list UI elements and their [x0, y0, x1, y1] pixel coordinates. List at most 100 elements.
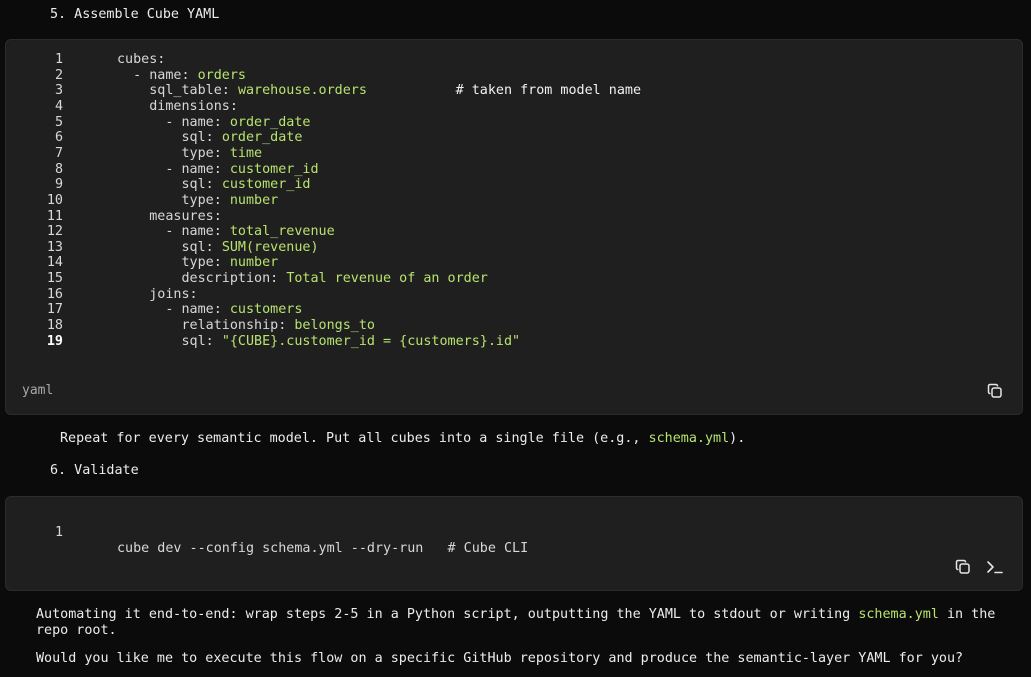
yaml-value: customer_id [229, 161, 319, 177]
repeat-text: Repeat for every semantic model. Put all… [60, 431, 649, 446]
yaml-key: type: [117, 192, 230, 208]
line-number: 10 [46, 192, 63, 208]
yaml-value: warehouse.orders [237, 83, 367, 99]
yaml-key: description: [117, 271, 287, 287]
code-text: description: Total revenue of an order [117, 271, 488, 287]
code-text: sql: order_date [117, 130, 302, 146]
yaml-value: total_revenue [229, 224, 335, 240]
yaml-value: orders [197, 67, 246, 83]
code-text: - name: orders [117, 68, 246, 84]
copy-icon[interactable] [984, 380, 1006, 402]
cli-code-block: 1 cube dev --config schema.yml --dry-run… [5, 496, 1023, 591]
inline-code-schema: schema.yml [648, 431, 730, 446]
yaml-value: order_date [229, 114, 311, 130]
yaml-value: Total revenue of an order [286, 271, 488, 287]
yaml-value: "{CUBE}.customer_id = {customers}.id" [221, 333, 521, 349]
line-number: 1 [54, 52, 63, 67]
automating-paragraph: Automating it end-to-end: wrap steps 2-5… [36, 607, 1021, 639]
code-text: sql: "{CUBE}.customer_id = {customers}.i… [117, 334, 520, 350]
code-text: cubes: [117, 52, 165, 68]
line-number: 11 [46, 208, 63, 224]
line-number: 16 [46, 286, 63, 302]
copy-icon[interactable] [952, 556, 974, 578]
yaml-value: belongs_to [294, 318, 375, 334]
yaml-key: sql: [117, 333, 222, 349]
code-line: 8 - name: customer_id [6, 162, 1022, 178]
yaml-key: sql: [117, 239, 222, 255]
code-text: sql_table: warehouse.orders # taken from… [117, 83, 641, 99]
line-number: 12 [46, 224, 63, 240]
terminal-icon[interactable] [984, 556, 1006, 578]
yaml-value: number [229, 192, 279, 208]
code-language-label: yaml [22, 383, 54, 398]
repeat-paragraph: Repeat for every semantic model. Put all… [60, 431, 745, 447]
cli-command: cube dev --config schema.yml --dry-run #… [117, 541, 529, 556]
code-line: 12 - name: total_revenue [6, 224, 1022, 240]
yaml-key: - name: [117, 161, 230, 177]
step-6-heading: 6. Validate [50, 463, 139, 478]
line-number: 9 [54, 177, 63, 193]
yaml-key: - name: [117, 224, 230, 240]
yaml-value: time [229, 145, 263, 161]
line-number: 8 [54, 161, 63, 177]
line-number: 4 [54, 98, 63, 114]
code-line: 3 sql_table: warehouse.orders # taken fr… [6, 83, 1022, 99]
code-text: sql: SUM(revenue) [117, 239, 319, 256]
code-line: 2 - name: orders [6, 68, 1022, 84]
yaml-code-block: 1 cubes: 2 - name: orders 3 sql_table: ware… [5, 39, 1023, 415]
code-text: type: time [117, 146, 262, 162]
code-line: 15 description: Total revenue of an orde… [6, 271, 1022, 287]
line-number: 3 [54, 83, 63, 99]
yaml-key: cubes: [117, 52, 166, 67]
code-line: 16 joins: [6, 287, 1022, 303]
line-number: 6 [54, 130, 63, 146]
code-text: type: number [117, 193, 278, 209]
code-text: - name: total_revenue [117, 224, 335, 240]
code-text: joins: [117, 286, 198, 303]
yaml-key: - name: [117, 114, 230, 130]
line-number: 15 [46, 271, 63, 287]
yaml-value: number [229, 255, 279, 271]
line-number: 5 [54, 114, 63, 130]
code-text: type: number [117, 255, 278, 271]
code-line: 18 relationship: belongs_to [6, 318, 1022, 334]
yaml-value: order_date [221, 130, 303, 146]
code-line: 14 type: number [6, 255, 1022, 271]
code-text: - name: customers [117, 302, 302, 318]
line-number: 7 [54, 145, 63, 161]
code-text: relationship: belongs_to [117, 318, 375, 334]
code-line: 11 measures: [6, 209, 1022, 225]
code-text: measures: [117, 209, 222, 225]
code-line: 5 - name: order_date [6, 115, 1022, 131]
yaml-key: - name: [117, 67, 198, 83]
yaml-key: joins: [117, 286, 198, 302]
code-line: 4 dimensions: [6, 99, 1022, 115]
yaml-key: sql: [117, 177, 222, 193]
yaml-key: type: [117, 255, 230, 271]
automating-text: Automating it end-to-end: wrap steps 2-5… [36, 607, 859, 622]
code-text: dimensions: [117, 99, 238, 115]
line-number: 1 [54, 525, 63, 540]
step-5-heading: 5. Assemble Cube YAML [50, 7, 220, 22]
repeat-text-end: ). [729, 431, 746, 446]
code-line: 13 sql: SUM(revenue) [6, 240, 1022, 256]
yaml-key: measures: [117, 208, 222, 224]
line-number: 2 [54, 67, 63, 83]
line-number: 19 [46, 333, 63, 349]
question-paragraph: Would you like me to execute this flow o… [36, 651, 964, 666]
line-number: 13 [46, 239, 63, 255]
code-line: 1 cubes: [6, 52, 1022, 68]
line-number: 17 [46, 302, 63, 318]
cli-code-line: 1 cube dev --config schema.yml --dry-run… [6, 509, 1022, 556]
inline-code-schema: schema.yml [858, 607, 939, 622]
yaml-value: SUM(revenue) [221, 239, 319, 255]
yaml-comment: # taken from model name [366, 83, 642, 99]
code-line: 10 type: number [6, 193, 1022, 209]
code-line: 19 sql: "{CUBE}.customer_id = {customers… [6, 334, 1022, 350]
yaml-key: type: [117, 145, 230, 161]
code-line: 9 sql: customer_id [6, 177, 1022, 193]
code-text: sql: customer_id [117, 177, 310, 193]
yaml-value: customers [229, 302, 303, 318]
code-text: - name: order_date [117, 114, 311, 131]
code-line: 17 - name: customers [6, 302, 1022, 318]
